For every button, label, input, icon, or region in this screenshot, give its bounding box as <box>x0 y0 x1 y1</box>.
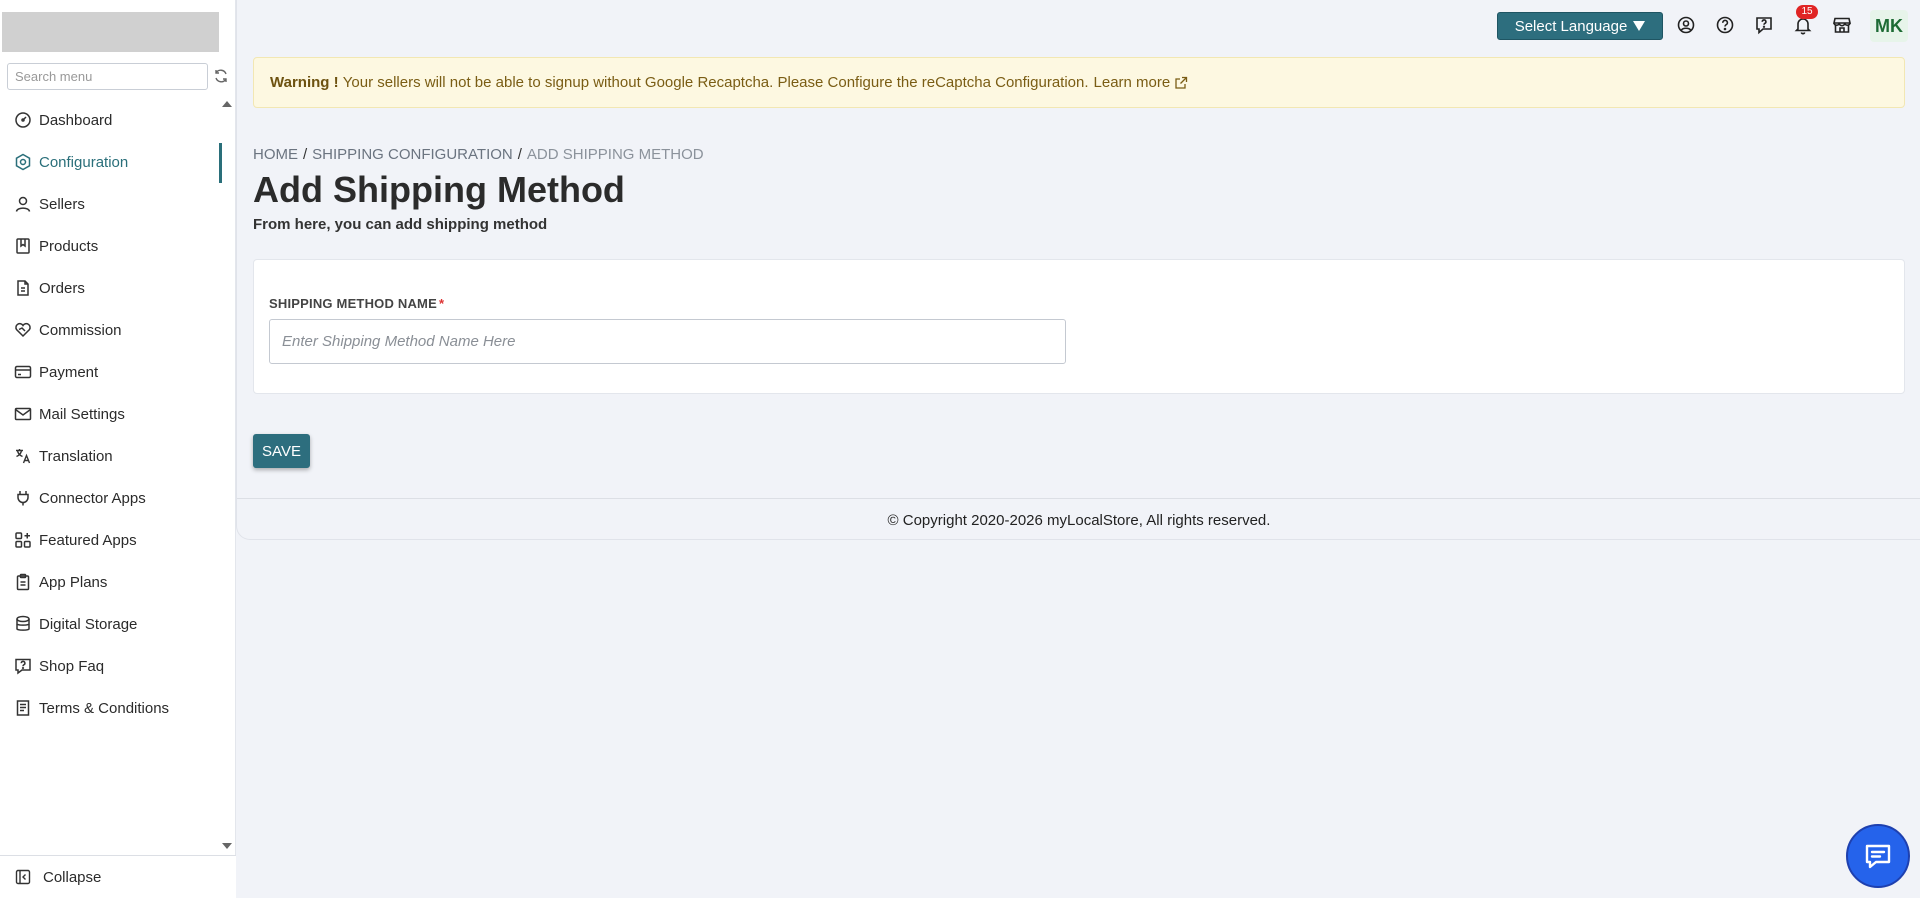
caret-down-icon <box>1633 21 1646 31</box>
sidebar-item-label: Digital Storage <box>39 615 138 633</box>
apps-grid-icon <box>15 532 31 548</box>
sidebar-item-label: Featured Apps <box>39 531 137 549</box>
clipboard-icon <box>16 573 30 591</box>
field-label-text: SHIPPING METHOD NAME <box>269 296 437 311</box>
breadcrumb-shipping-configuration[interactable]: SHIPPING CONFIGURATION <box>312 146 513 163</box>
user-circle-icon[interactable] <box>1676 15 1696 35</box>
sidebar-item-label: Products <box>39 237 99 255</box>
search-menu-wrapper <box>7 63 208 90</box>
sidebar-item-label: Terms & Conditions <box>39 699 170 717</box>
document-icon <box>17 280 29 296</box>
notification-count-badge: 15 <box>1796 5 1818 19</box>
shipping-method-form-card: SHIPPING METHOD NAME * <box>253 259 1905 394</box>
sidebar-item-connector-apps[interactable]: Connector Apps <box>0 477 222 519</box>
help-circle-icon[interactable] <box>1715 15 1735 35</box>
sidebar-item-label: Orders <box>39 279 85 297</box>
file-text-icon <box>16 700 30 716</box>
recaptcha-warning-banner: Warning ! Your sellers will not be able … <box>253 57 1905 108</box>
sidebar-item-digital-storage[interactable]: Digital Storage <box>0 603 222 645</box>
warning-strong-label: Warning ! <box>270 74 339 91</box>
warning-text: Your sellers will not be able to signup … <box>342 74 1089 91</box>
sidebar-item-label: Shop Faq <box>39 657 105 675</box>
handshake-heart-icon <box>15 322 31 338</box>
breadcrumb-separator: / <box>303 146 308 163</box>
refresh-icon[interactable] <box>213 68 229 84</box>
feedback-message-icon[interactable] <box>1754 15 1774 35</box>
select-language-button[interactable]: Select Language <box>1497 12 1663 40</box>
sidebar-item-app-plans[interactable]: App Plans <box>0 561 222 603</box>
sidebar-item-label: Dashboard <box>39 111 113 129</box>
sidebar-item-label: Configuration <box>39 153 129 171</box>
page-title: Add Shipping Method <box>253 169 625 210</box>
chat-bubble-icon <box>1865 844 1891 869</box>
chat-support-button[interactable] <box>1846 824 1910 888</box>
collapse-button[interactable]: Collapse <box>0 855 236 898</box>
sidebar-item-shop-faq[interactable]: Shop Faq <box>0 645 222 687</box>
sidebar-item-commission[interactable]: Commission <box>0 309 222 351</box>
sidebar-item-sellers[interactable]: Sellers <box>0 183 222 225</box>
breadcrumb-current: ADD SHIPPING METHOD <box>526 146 704 163</box>
external-link-icon[interactable] <box>1174 76 1188 90</box>
sidebar-menu: Dashboard Configuration Sellers Products… <box>0 99 222 729</box>
sidebar-item-label: Sellers <box>39 195 85 213</box>
collapse-sidebar-icon <box>15 869 31 885</box>
select-language-label: Select Language <box>1514 17 1628 35</box>
top-bar: Select Language 15 MK <box>236 5 1920 42</box>
footer-divider <box>237 498 1920 499</box>
page-subtitle: From here, you can add shipping method <box>253 216 548 233</box>
sidebar-item-featured-apps[interactable]: Featured Apps <box>0 519 222 561</box>
translate-icon <box>16 449 31 464</box>
sidebar-item-dashboard[interactable]: Dashboard <box>0 99 222 141</box>
hexagon-settings-icon <box>15 153 31 171</box>
plug-icon <box>17 491 29 506</box>
sidebar-item-label: Translation <box>39 447 113 465</box>
breadcrumb: HOME / SHIPPING CONFIGURATION / ADD SHIPPING… <box>253 146 704 163</box>
sidebar-item-payment[interactable]: Payment <box>0 351 222 393</box>
user-icon <box>15 196 31 212</box>
footer-copyright: © Copyright 2020-2026 myLocalStore, All … <box>887 512 1271 529</box>
sidebar-item-orders[interactable]: Orders <box>0 267 222 309</box>
dashboard-gauge-icon <box>15 112 31 128</box>
sidebar-item-label: Commission <box>39 321 122 339</box>
main-content: Select Language 15 MK Warning ! Your sel… <box>236 0 1920 540</box>
sidebar-item-label: Connector Apps <box>39 489 146 507</box>
sidebar: Dashboard Configuration Sellers Products… <box>0 0 236 898</box>
scroll-up-arrow-icon[interactable] <box>222 101 232 107</box>
sidebar-item-products[interactable]: Products <box>0 225 222 267</box>
mail-icon <box>14 407 32 421</box>
sidebar-item-label: Payment <box>39 363 99 381</box>
store-icon[interactable] <box>1832 15 1852 35</box>
shipping-method-name-input[interactable] <box>269 319 1066 364</box>
collapse-label: Collapse <box>43 868 102 886</box>
question-message-icon <box>15 658 31 675</box>
required-mark: * <box>438 296 445 311</box>
scroll-down-arrow-icon[interactable] <box>222 843 232 849</box>
avatar-initials: MK <box>1875 15 1903 36</box>
credit-card-icon <box>14 365 32 379</box>
sidebar-item-terms-conditions[interactable]: Terms & Conditions <box>0 687 222 729</box>
sidebar-item-mail-settings[interactable]: Mail Settings <box>0 393 222 435</box>
save-button[interactable]: SAVE <box>253 434 310 468</box>
sidebar-item-translation[interactable]: Translation <box>0 435 222 477</box>
search-menu-input[interactable] <box>8 64 207 89</box>
shipping-method-name-label: SHIPPING METHOD NAME * <box>269 296 444 311</box>
sidebar-item-configuration[interactable]: Configuration <box>0 141 222 183</box>
book-icon <box>16 238 30 254</box>
breadcrumb-home[interactable]: HOME <box>253 146 298 163</box>
store-logo[interactable] <box>2 12 219 52</box>
breadcrumb-separator: / <box>517 146 522 163</box>
user-avatar[interactable]: MK <box>1870 10 1908 42</box>
learn-more-link[interactable]: Learn more <box>1094 74 1171 91</box>
sidebar-item-label: Mail Settings <box>39 405 125 423</box>
sidebar-item-label: App Plans <box>39 573 108 591</box>
database-icon <box>16 615 30 631</box>
